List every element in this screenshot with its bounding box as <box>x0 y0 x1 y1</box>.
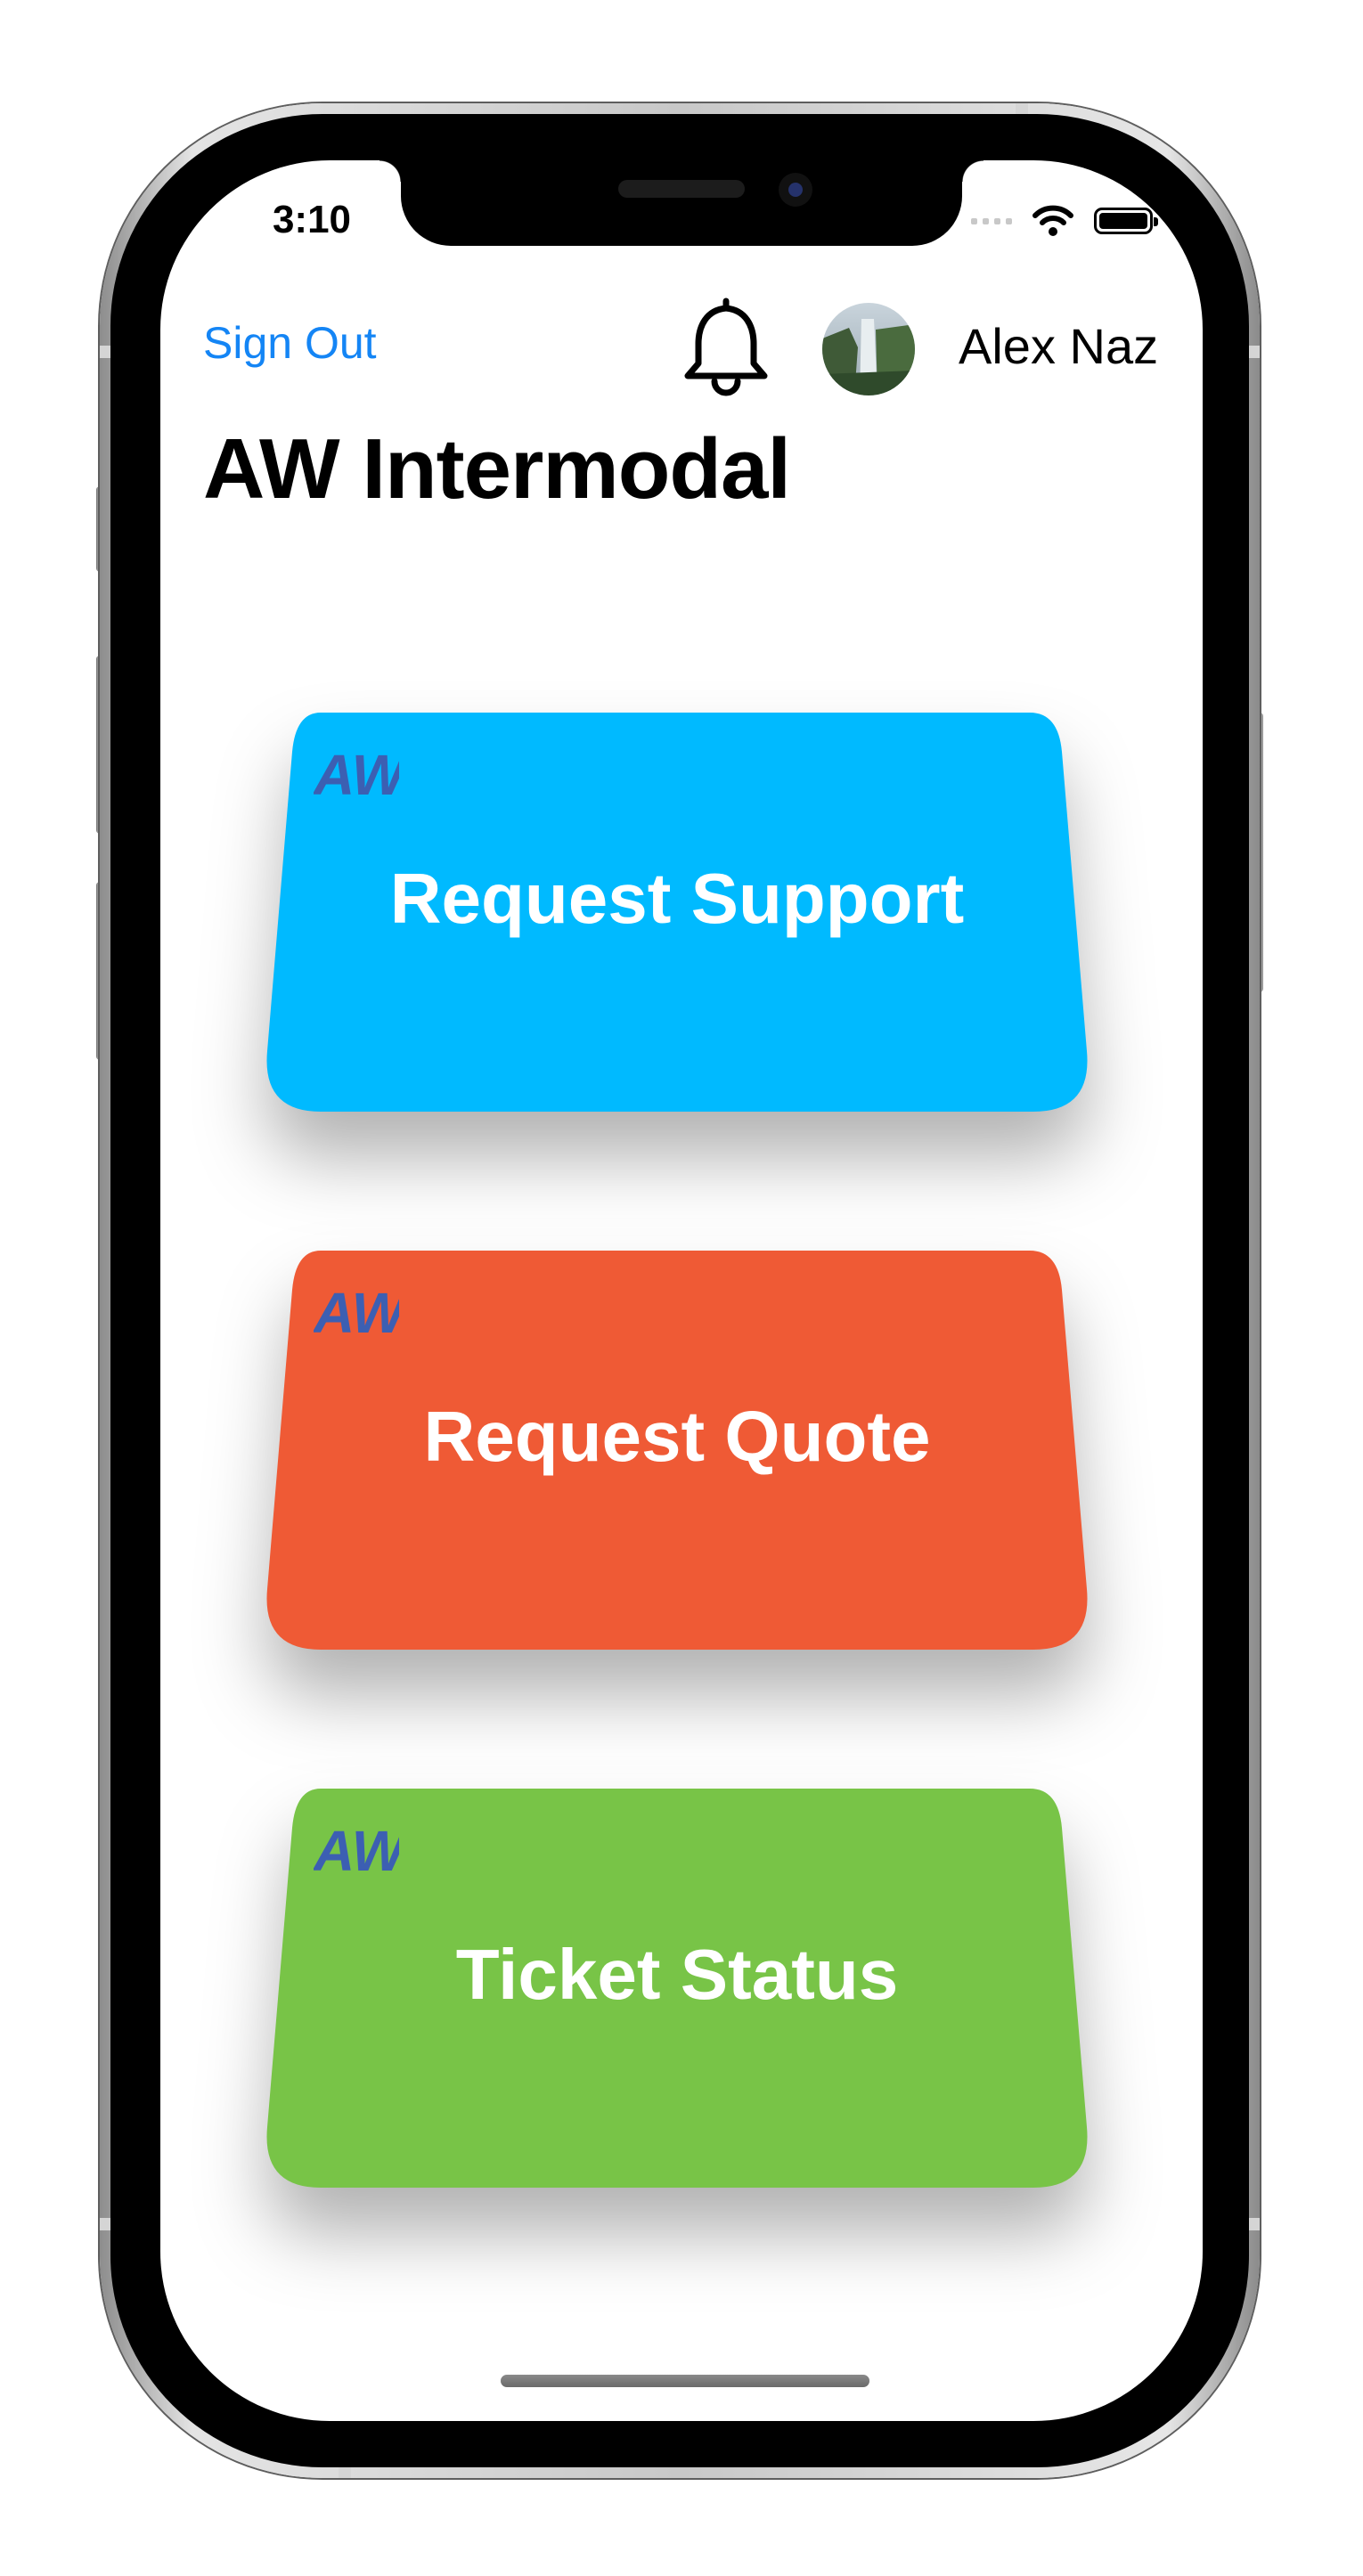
svg-text:AW: AW <box>314 1284 399 1340</box>
antenna-band <box>100 346 110 358</box>
svg-text:AW: AW <box>314 746 399 802</box>
home-indicator[interactable] <box>501 2375 869 2387</box>
antenna-band <box>339 2467 351 2478</box>
card-label: Request Quote <box>423 1397 931 1476</box>
request-support-card[interactable]: AW Request Support <box>249 713 1105 1112</box>
wifi-icon <box>1032 205 1073 236</box>
card-label: Ticket Status <box>455 1935 899 2014</box>
aw-logo-icon: AW <box>314 1822 399 1878</box>
user-name: Alex Naz <box>959 318 1159 374</box>
antenna-band <box>1249 2218 1260 2230</box>
front-camera <box>779 173 812 207</box>
svg-text:AW: AW <box>314 1822 399 1878</box>
phone-screen: 3:10 Sign Out Alex Naz AW Intermodal AW … <box>160 160 1203 2421</box>
bell-icon[interactable] <box>677 292 775 399</box>
page-title: AW Intermodal <box>203 421 791 517</box>
notch <box>380 160 983 246</box>
earpiece-speaker <box>618 180 745 198</box>
status-icons <box>971 203 1158 239</box>
aw-logo-icon: AW <box>314 746 399 802</box>
battery-icon <box>1094 208 1158 234</box>
cellular-signal-icon <box>971 217 1012 224</box>
antenna-band <box>100 2218 110 2230</box>
aw-logo-icon: AW <box>314 1284 399 1340</box>
card-label: Request Support <box>389 859 965 938</box>
user-avatar[interactable] <box>822 303 915 395</box>
sign-out-button[interactable]: Sign Out <box>203 317 377 369</box>
status-time: 3:10 <box>272 198 352 241</box>
request-quote-card[interactable]: AW Request Quote <box>249 1251 1105 1650</box>
antenna-band <box>1249 346 1260 358</box>
antenna-band <box>1016 103 1028 114</box>
ticket-status-card[interactable]: AW Ticket Status <box>249 1789 1105 2188</box>
